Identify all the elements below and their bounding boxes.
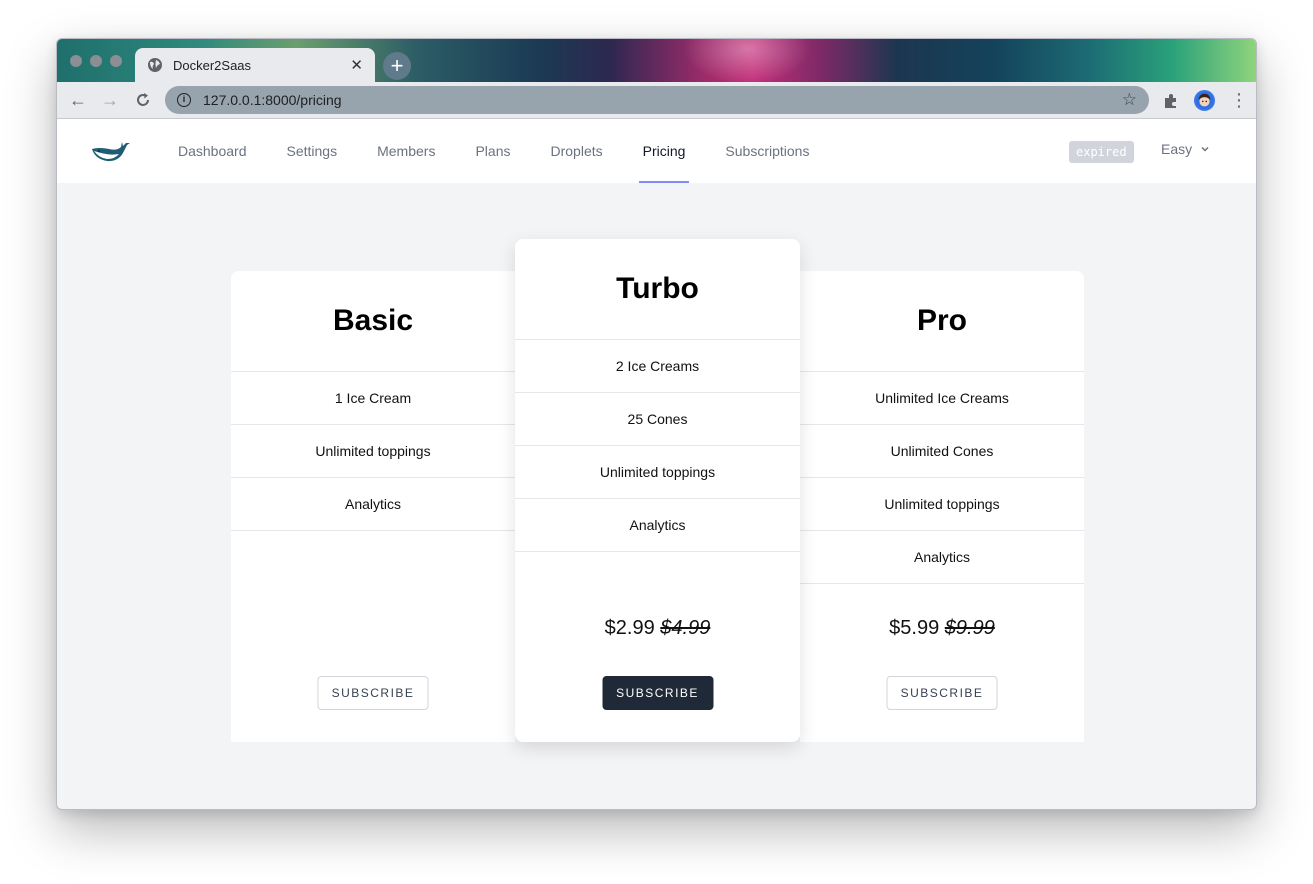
nav-dashboard[interactable]: Dashboard xyxy=(178,119,247,183)
user-dropdown[interactable]: Easy xyxy=(1161,141,1210,157)
nav-pricing[interactable]: Pricing xyxy=(638,119,690,183)
browser-toolbar: ← → i 127.0.0.1:8000/pricing ☆ ⋮ xyxy=(57,82,1256,119)
current-price: $5.99 xyxy=(889,617,940,639)
plan-price: $2.99 $4.99 xyxy=(515,617,800,640)
plan-price: $5.99 $9.99 xyxy=(800,617,1084,640)
browser-tab[interactable]: Docker2Saas ✕ xyxy=(135,48,375,82)
globe-icon xyxy=(148,58,162,72)
nav-subscriptions[interactable]: Subscriptions xyxy=(725,119,809,183)
plan-feature: Unlimited Cones xyxy=(800,425,1084,478)
forward-arrow-icon[interactable]: → xyxy=(100,90,120,110)
nav-members[interactable]: Members xyxy=(377,119,435,183)
plan-feature: Analytics xyxy=(231,478,515,531)
subscribe-button-basic[interactable]: SUBSCRIBE xyxy=(317,676,429,710)
subscribe-button-turbo[interactable]: SUBSCRIBE xyxy=(602,676,713,710)
chevron-down-icon xyxy=(1201,146,1209,152)
app-navbar: Dashboard Settings Members Plans Droplet… xyxy=(57,119,1256,183)
plan-feature: Analytics xyxy=(800,531,1084,584)
profile-avatar[interactable] xyxy=(1194,90,1215,111)
url-text: 127.0.0.1:8000/pricing xyxy=(203,92,342,108)
plan-title: Basic xyxy=(231,271,515,372)
status-badge: expired xyxy=(1069,141,1134,163)
extensions-puzzle-icon[interactable] xyxy=(1161,91,1181,111)
plan-title: Pro xyxy=(800,271,1084,372)
main-nav: Dashboard Settings Members Plans Droplet… xyxy=(178,119,849,183)
whale-logo-icon[interactable] xyxy=(91,137,131,165)
back-arrow-icon[interactable]: ← xyxy=(68,90,88,110)
profile-face-icon xyxy=(1198,93,1211,107)
plan-card-pro: Pro Unlimited Ice Creams Unlimited Cones… xyxy=(800,271,1084,742)
reload-icon[interactable] xyxy=(133,90,153,110)
nav-plans[interactable]: Plans xyxy=(475,119,510,183)
zoom-window-button[interactable] xyxy=(110,55,122,67)
plan-feature: Unlimited Ice Creams xyxy=(800,372,1084,425)
plan-feature: 25 Cones xyxy=(515,393,800,446)
new-tab-button[interactable]: + xyxy=(383,52,411,80)
address-bar[interactable]: i 127.0.0.1:8000/pricing ☆ xyxy=(165,86,1149,114)
plan-feature: Analytics xyxy=(515,499,800,552)
plan-feature: Unlimited toppings xyxy=(515,446,800,499)
plan-title: Turbo xyxy=(515,239,800,340)
old-price: $9.99 xyxy=(944,617,995,639)
tab-strip: Docker2Saas ✕ + xyxy=(57,39,1256,82)
nav-droplets[interactable]: Droplets xyxy=(550,119,602,183)
site-info-icon[interactable]: i xyxy=(177,93,191,107)
plan-feature: 2 Ice Creams xyxy=(515,340,800,393)
browser-window: Docker2Saas ✕ + ← → i 127.0.0.1:8000/pri… xyxy=(56,38,1257,810)
plan-feature: Unlimited toppings xyxy=(231,425,515,478)
plan-feature: Unlimited toppings xyxy=(800,478,1084,531)
close-window-button[interactable] xyxy=(70,55,82,67)
browser-menu-icon[interactable]: ⋮ xyxy=(1230,90,1248,110)
plan-card-basic: Basic 1 Ice Cream Unlimited toppings Ana… xyxy=(231,271,515,742)
minimize-window-button[interactable] xyxy=(90,55,102,67)
plan-feature: 1 Ice Cream xyxy=(231,372,515,425)
subscribe-button-pro[interactable]: SUBSCRIBE xyxy=(886,676,998,710)
bookmark-star-icon[interactable]: ☆ xyxy=(1122,90,1137,110)
plan-card-turbo: Turbo 2 Ice Creams 25 Cones Unlimited to… xyxy=(515,239,800,742)
current-price: $2.99 xyxy=(604,617,655,639)
nav-settings[interactable]: Settings xyxy=(287,119,338,183)
close-tab-icon[interactable]: ✕ xyxy=(350,56,363,74)
user-name: Easy xyxy=(1161,141,1193,157)
old-price: $4.99 xyxy=(660,617,711,639)
tab-title: Docker2Saas xyxy=(173,57,252,73)
